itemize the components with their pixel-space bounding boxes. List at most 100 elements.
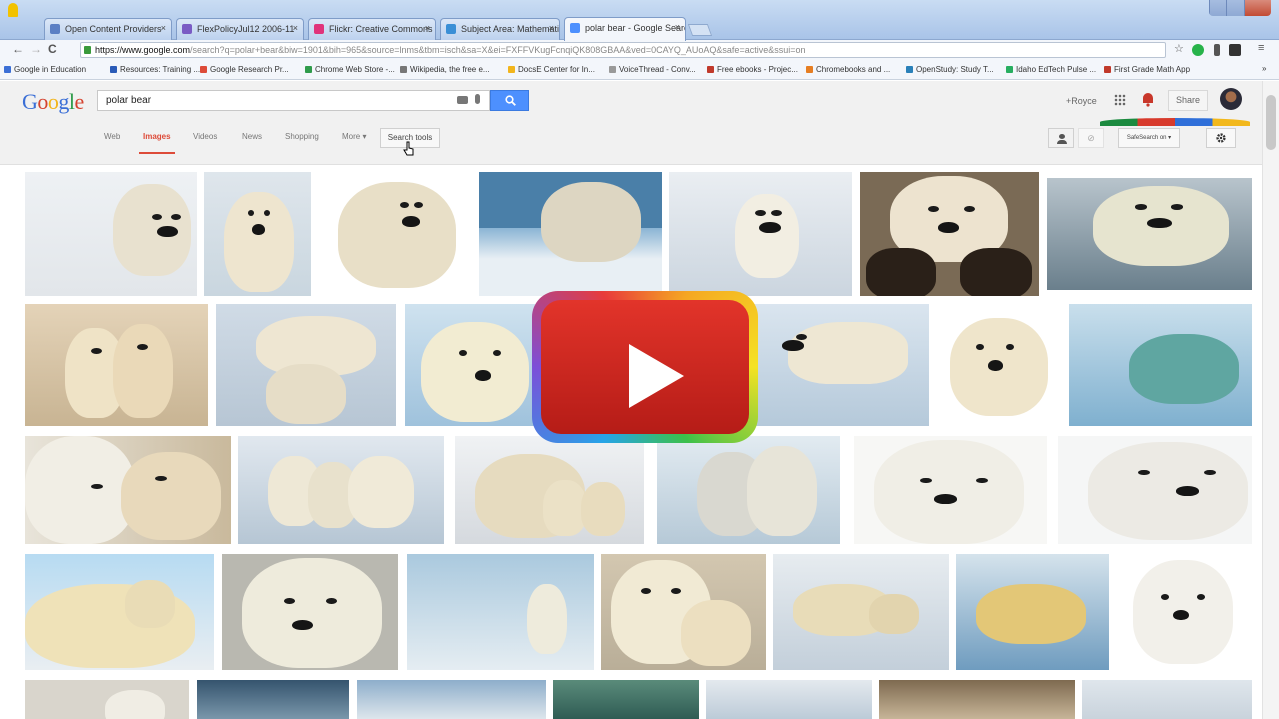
image-result[interactable] — [1047, 178, 1252, 290]
image-result[interactable] — [455, 436, 644, 544]
image-result[interactable] — [357, 680, 546, 719]
address-path: /search?q=polar+bear&biw=1901&bih=965&so… — [190, 45, 806, 55]
bookmark-item[interactable]: Chrome Web Store -... — [305, 65, 395, 74]
image-result[interactable] — [860, 172, 1039, 296]
bookmark-item[interactable]: Idaho EdTech Pulse ... — [1006, 65, 1096, 74]
history-filter-button[interactable]: ⊘ — [1078, 128, 1104, 148]
notifications-icon[interactable] — [1141, 92, 1155, 107]
image-result[interactable] — [204, 172, 311, 296]
tab-close-icon[interactable]: × — [425, 23, 430, 33]
page-scrollbar[interactable] — [1262, 81, 1279, 719]
search-button[interactable] — [490, 90, 529, 111]
image-result[interactable] — [25, 436, 231, 544]
bookmark-item[interactable]: Google Research Pr... — [200, 65, 289, 74]
image-result[interactable] — [956, 554, 1109, 670]
back-arrow-icon[interactable]: ← — [12, 42, 24, 56]
bookmark-item[interactable]: VoiceThread - Conv... — [609, 65, 696, 74]
user-name-link[interactable]: +Royce — [1066, 96, 1097, 106]
window-close-button[interactable] — [1243, 0, 1271, 16]
play-icon — [629, 344, 684, 408]
tab-open-content-providers[interactable]: Open Content Providers × — [44, 18, 172, 40]
bookmark-item[interactable]: DocsE Center for In... — [508, 65, 595, 74]
chrome-user-icon[interactable] — [8, 3, 18, 17]
image-result[interactable] — [216, 304, 396, 426]
image-result[interactable] — [25, 680, 189, 719]
tab-close-icon[interactable]: × — [675, 22, 680, 32]
image-result[interactable] — [1058, 436, 1252, 544]
share-button[interactable]: Share — [1168, 90, 1208, 111]
tab-close-icon[interactable]: × — [161, 23, 166, 33]
window-controls — [1209, 0, 1271, 16]
google-color-bar — [1100, 118, 1250, 126]
image-result[interactable] — [197, 680, 349, 719]
avatar[interactable] — [1220, 88, 1242, 110]
forward-arrow-icon[interactable]: → — [30, 42, 42, 56]
image-result[interactable] — [936, 304, 1061, 426]
bookmark-item[interactable]: First Grade Math App — [1104, 65, 1190, 74]
menu-icon[interactable]: ≡ — [1258, 42, 1264, 54]
bookmark-item[interactable]: Resources: Training ... — [110, 65, 200, 74]
image-result[interactable] — [773, 554, 949, 670]
image-result[interactable] — [553, 680, 699, 719]
search-input[interactable]: polar bear — [97, 90, 490, 111]
tab-shopping[interactable]: Shopping — [285, 132, 319, 141]
tab-flex-policy[interactable]: FlexPolicyJul12 2006-11 × — [176, 18, 304, 40]
image-result[interactable] — [854, 436, 1047, 544]
logo-letter: o — [37, 89, 48, 114]
tab-videos[interactable]: Videos — [193, 132, 217, 141]
settings-button[interactable] — [1206, 128, 1236, 148]
image-result[interactable] — [748, 304, 929, 426]
minimize-button[interactable] — [1209, 0, 1227, 16]
extension-icon[interactable] — [1192, 44, 1204, 56]
extension-icon[interactable] — [1214, 44, 1220, 56]
image-result[interactable] — [25, 304, 208, 426]
video-play-button[interactable] — [532, 291, 758, 443]
logo-letter: G — [22, 89, 38, 114]
new-tab-button[interactable] — [687, 24, 713, 36]
image-result[interactable] — [1082, 680, 1252, 719]
bookmark-item[interactable]: Google in Education — [4, 65, 86, 74]
image-result[interactable] — [657, 436, 840, 544]
extension-icon[interactable] — [1229, 44, 1241, 56]
maximize-button[interactable] — [1226, 0, 1244, 16]
tab-web[interactable]: Web — [104, 132, 120, 141]
camera-icon[interactable] — [457, 96, 468, 104]
tab-close-icon[interactable]: × — [549, 23, 554, 33]
bookmark-item[interactable]: Wikipedia, the free e... — [400, 65, 490, 74]
image-result[interactable] — [879, 680, 1075, 719]
image-result[interactable] — [222, 554, 398, 670]
reload-icon[interactable]: C — [48, 42, 57, 56]
tab-subject-area[interactable]: Subject Area: Mathemati × — [440, 18, 560, 40]
google-logo[interactable]: Google — [22, 89, 84, 115]
image-result[interactable] — [407, 554, 594, 670]
bookmark-item[interactable]: OpenStudy: Study T... — [906, 65, 994, 74]
image-result[interactable] — [25, 554, 214, 670]
safesearch-button[interactable]: SafeSearch on ▾ — [1118, 128, 1180, 148]
image-result[interactable] — [25, 172, 197, 296]
address-bar[interactable]: https://www.google.com/search?q=polar+be… — [80, 42, 1166, 58]
image-result[interactable] — [318, 172, 471, 296]
tab-close-icon[interactable]: × — [293, 23, 298, 33]
tab-flickr[interactable]: Flickr: Creative Commons × — [308, 18, 436, 40]
star-icon[interactable]: ☆ — [1174, 42, 1184, 55]
image-result[interactable] — [706, 680, 872, 719]
image-result[interactable] — [405, 304, 535, 426]
apps-grid-icon[interactable] — [1114, 94, 1126, 106]
image-result[interactable] — [238, 436, 444, 544]
image-result[interactable] — [479, 172, 662, 296]
bookmark-item[interactable]: Free ebooks - Projec... — [707, 65, 798, 74]
person-filter-button[interactable] — [1048, 128, 1074, 148]
image-result[interactable] — [669, 172, 852, 296]
hand-cursor-icon — [403, 141, 414, 156]
tab-google-search[interactable]: polar bear - Google Searc × — [564, 17, 686, 41]
tab-news[interactable]: News — [242, 132, 262, 141]
tab-more[interactable]: More ▾ — [342, 132, 366, 141]
microphone-icon[interactable] — [475, 94, 480, 104]
bookmarks-overflow-icon[interactable]: » — [1262, 64, 1266, 73]
tab-images[interactable]: Images — [139, 132, 175, 154]
image-result[interactable] — [601, 554, 766, 670]
image-result[interactable] — [1069, 304, 1252, 426]
bookmark-item[interactable]: Chromebooks and ... — [806, 65, 890, 74]
image-result[interactable] — [1117, 554, 1252, 670]
scrollbar-thumb[interactable] — [1266, 95, 1276, 150]
